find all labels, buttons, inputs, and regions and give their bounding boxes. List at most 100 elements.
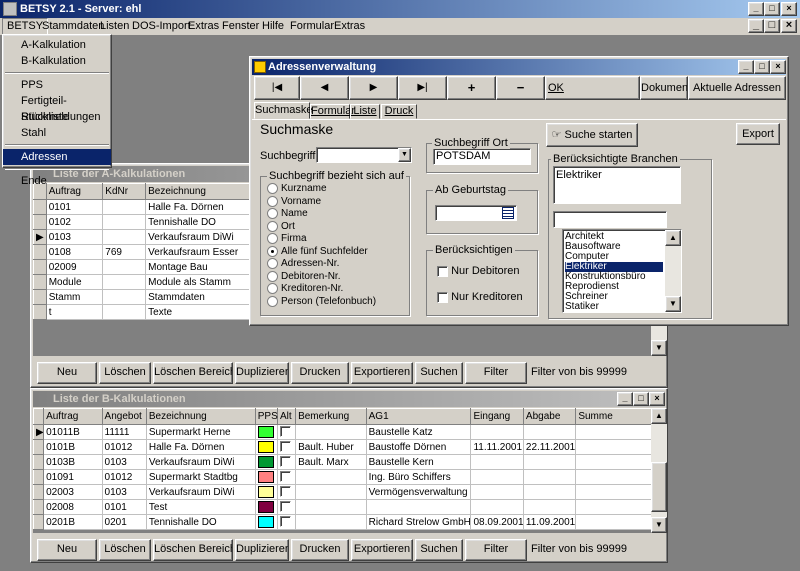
table-cell[interactable]: [102, 229, 147, 245]
suche-starten-button[interactable]: ☞ Suche starten: [546, 123, 638, 147]
table-cell[interactable]: 0103B: [43, 454, 103, 470]
menu-item-rueckmeldungen[interactable]: Rückmeldungen: [3, 109, 111, 125]
column-header[interactable]: Auftrag: [43, 408, 103, 425]
table-cell[interactable]: [295, 499, 367, 515]
alt-checkbox[interactable]: [279, 516, 291, 528]
table-cell[interactable]: [575, 424, 653, 440]
add-record-button[interactable]: +: [447, 76, 496, 100]
list-b-button-drucken[interactable]: Drucken: [291, 539, 349, 561]
table-cell[interactable]: [470, 424, 524, 440]
table-cell[interactable]: Halle Fa. Dörnen: [145, 439, 256, 455]
export-button[interactable]: Export: [736, 123, 780, 145]
next-record-button[interactable]: ▶: [349, 76, 398, 100]
table-cell[interactable]: [522, 484, 577, 500]
table-cell[interactable]: [295, 469, 367, 485]
branchen-filter-input[interactable]: [553, 211, 667, 228]
list-a-button-drucken[interactable]: Drucken: [291, 362, 349, 384]
nur-kreditoren-checkbox[interactable]: Nur Kreditoren: [437, 291, 523, 303]
list-a-button-suchen[interactable]: Suchen: [415, 362, 463, 384]
search-field-radio[interactable]: Vorname: [267, 195, 376, 209]
branche-list-item[interactable]: Statiker: [565, 302, 663, 312]
table-cell[interactable]: 01011B: [43, 424, 103, 440]
tab-suchmaske[interactable]: Suchmaske: [254, 102, 312, 119]
table-row[interactable]: 0102 Tennishalle DO: [33, 214, 283, 230]
dialog-close-button[interactable]: ×: [770, 60, 786, 74]
row-selector[interactable]: [32, 469, 45, 485]
table-cell[interactable]: 0101: [101, 499, 147, 515]
menu-extras[interactable]: Extras: [188, 20, 219, 32]
list-a-button-löschen[interactable]: Löschen: [99, 362, 151, 384]
table-cell[interactable]: 08.09.2001: [470, 514, 524, 530]
column-header[interactable]: Angebot: [101, 408, 147, 425]
alt-checkbox[interactable]: [279, 456, 291, 468]
table-row[interactable]: 02003 0103 Verkaufsraum DiWi Vermögensverwa…: [32, 484, 653, 500]
table-cell[interactable]: 01012: [101, 469, 147, 485]
pps-color-cell[interactable]: [254, 499, 278, 515]
table-cell[interactable]: Baustelle Kern: [365, 454, 472, 470]
table-cell[interactable]: 02003: [43, 484, 103, 500]
table-cell[interactable]: 11.09.2001: [522, 514, 577, 530]
table-row[interactable]: 0108 769 Verkaufsraum Esser: [33, 244, 283, 260]
first-record-button[interactable]: |◀: [254, 76, 300, 100]
table-cell[interactable]: 0201B: [43, 514, 103, 530]
table-cell[interactable]: Baustelle Katz: [365, 424, 472, 440]
menu-dos-import[interactable]: DOS-Import: [132, 20, 191, 32]
table-cell[interactable]: [522, 454, 577, 470]
table-cell[interactable]: [102, 259, 147, 275]
table-cell[interactable]: 0101B: [43, 439, 103, 455]
table-cell[interactable]: 769: [102, 244, 147, 260]
list-b-close-button[interactable]: ×: [649, 392, 665, 406]
row-selector[interactable]: ▶: [33, 229, 47, 245]
list-b-button-neu[interactable]: Neu: [37, 539, 97, 561]
row-selector[interactable]: [32, 499, 45, 515]
table-row[interactable]: 01091 01012 Supermarkt Stadtbg Ing. Büro Sc…: [32, 469, 653, 485]
pps-color-cell[interactable]: [254, 439, 278, 455]
table-cell[interactable]: [522, 469, 577, 485]
row-selector[interactable]: ▶: [32, 424, 45, 440]
delete-record-button[interactable]: −: [496, 76, 545, 100]
pps-color-cell[interactable]: [254, 469, 278, 485]
ort-input[interactable]: POTSDAM: [433, 148, 531, 165]
dialog-maximize-button[interactable]: □: [754, 60, 770, 74]
table-cell[interactable]: [295, 514, 367, 530]
table-cell[interactable]: 11111: [101, 424, 147, 440]
menu-item-b-kalkulation[interactable]: B-Kalkulation: [3, 53, 111, 69]
list-b-button-exportieren[interactable]: Exportieren: [351, 539, 413, 561]
search-field-radio[interactable]: Person (Telefonbuch): [267, 295, 376, 309]
list-b-maximize-button[interactable]: □: [633, 392, 649, 406]
list-b-scrollbar[interactable]: ▲ ▼: [651, 408, 667, 533]
table-cell[interactable]: [102, 304, 147, 320]
column-header[interactable]: Eingang: [470, 408, 524, 425]
row-selector[interactable]: [33, 304, 47, 320]
menu-item-a-kalkulation[interactable]: A-Kalkulation: [3, 37, 111, 53]
table-row[interactable]: 0201B 0201 Tennishalle DO Richard Strelow G…: [32, 514, 653, 530]
branchen-selected-list[interactable]: Elektriker: [553, 166, 681, 204]
column-header[interactable]: Summe: [575, 408, 653, 425]
menu-formular[interactable]: Formular: [290, 20, 334, 32]
table-cell[interactable]: 02008: [43, 499, 103, 515]
pps-color-cell[interactable]: [254, 454, 278, 470]
table-cell[interactable]: t: [45, 304, 104, 320]
scroll-up-button[interactable]: ▲: [665, 230, 681, 246]
branchen-listbox[interactable]: Architekt Bausoftware Computer Elektriker Ko…: [562, 229, 682, 313]
table-row[interactable]: t Texte: [33, 304, 283, 320]
row-selector[interactable]: [32, 439, 45, 455]
table-cell[interactable]: [365, 499, 472, 515]
scroll-thumb[interactable]: [651, 462, 667, 512]
scroll-down-button[interactable]: ▼: [651, 340, 667, 356]
close-button[interactable]: ×: [781, 2, 797, 16]
table-cell[interactable]: [295, 424, 367, 440]
branchen-scrollbar[interactable]: ▲ ▼: [665, 230, 681, 312]
list-b-button-löschen-bereich[interactable]: Löschen Bereich: [153, 539, 233, 561]
list-a-button-löschen-bereich[interactable]: Löschen Bereich: [153, 362, 233, 384]
list-a-button-duplizieren[interactable]: Duplizieren: [235, 362, 289, 384]
mdi-restore-button[interactable]: □: [764, 19, 780, 33]
table-cell[interactable]: 22.11.2001: [522, 439, 577, 455]
list-a-button-neu[interactable]: Neu: [37, 362, 97, 384]
last-record-button[interactable]: ▶|: [398, 76, 447, 100]
table-cell[interactable]: 02009: [45, 259, 104, 275]
row-selector[interactable]: [33, 244, 47, 260]
table-cell[interactable]: Vermögensverwaltung Bra: [365, 484, 472, 500]
table-cell[interactable]: [522, 424, 577, 440]
table-row[interactable]: 02009 Montage Bau: [33, 259, 283, 275]
